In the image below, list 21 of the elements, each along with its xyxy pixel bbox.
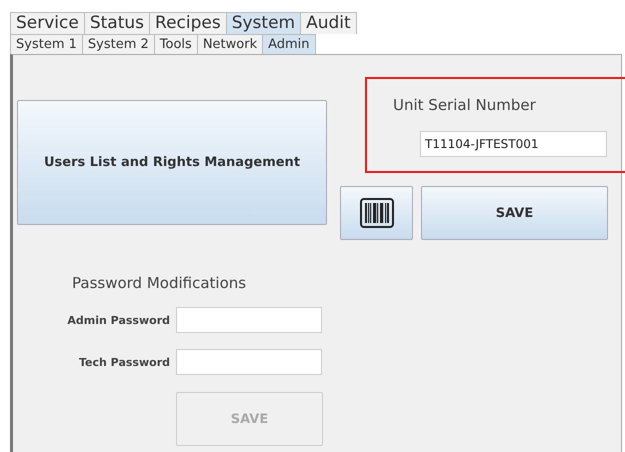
tab[interactable]: Recipes [149, 12, 227, 34]
password-section-title: Password Modifications [72, 274, 248, 292]
subtab[interactable]: System 1 [10, 34, 83, 54]
password-field[interactable] [176, 307, 322, 333]
tab[interactable]: Audit [300, 12, 357, 34]
subtab[interactable]: Tools [154, 34, 198, 54]
barcode-scan-button[interactable] [340, 186, 413, 240]
serial-number-title: Unit Serial Number [393, 96, 536, 114]
tab[interactable]: Service [10, 12, 85, 34]
subtab[interactable]: System 2 [82, 34, 155, 54]
barcode-icon [360, 198, 394, 228]
tab[interactable]: System [226, 12, 302, 34]
tab[interactable]: Status [84, 12, 150, 34]
field-label: Tech Password [78, 356, 170, 368]
users-rights-button[interactable]: Users List and Rights Management [17, 100, 327, 225]
subtab[interactable]: Admin [262, 34, 316, 54]
subtab[interactable]: Network [196, 34, 264, 54]
field-label: Admin Password [66, 314, 170, 326]
serial-number-field[interactable]: T11104-JFTEST001 [420, 131, 607, 157]
save-button[interactable]: SAVE [421, 186, 608, 240]
password-field[interactable] [176, 349, 322, 375]
